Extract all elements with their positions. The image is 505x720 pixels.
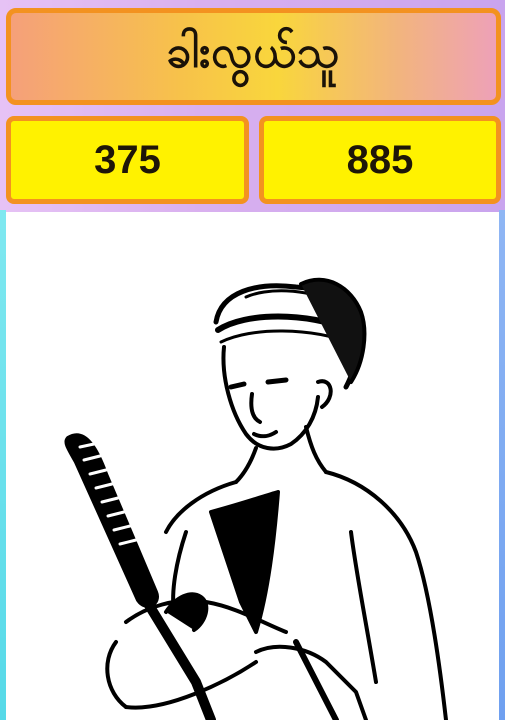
number-left: 375 bbox=[94, 137, 161, 182]
right-edge-decoration bbox=[499, 210, 505, 720]
illustration-panel bbox=[6, 212, 499, 720]
man-with-sword-illustration bbox=[64, 277, 448, 720]
title-text: ခါးလွယ်သူ bbox=[166, 26, 341, 78]
number-box-right: 885 bbox=[259, 116, 501, 204]
title-banner: ခါးလွယ်သူ bbox=[6, 8, 501, 105]
number-box-left: 375 bbox=[6, 116, 249, 204]
number-right: 885 bbox=[346, 137, 414, 182]
